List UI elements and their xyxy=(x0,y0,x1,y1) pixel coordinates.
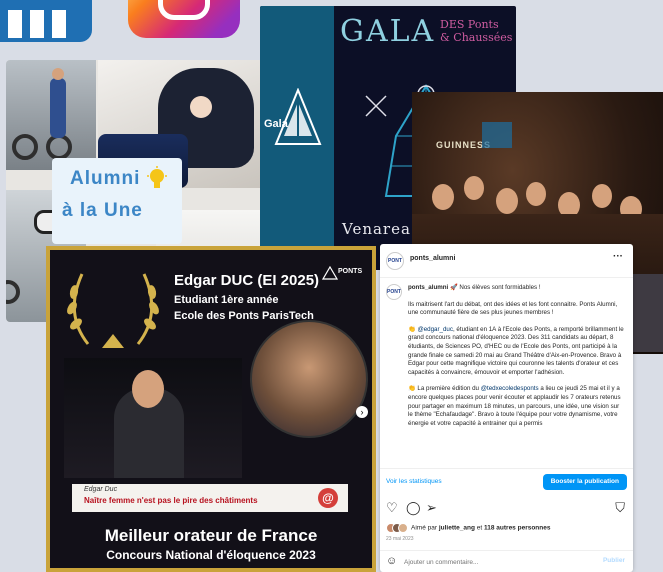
post-header: PONT ponts_alumni ··· xyxy=(380,244,633,278)
avatar[interactable]: PONT xyxy=(386,252,404,270)
comment-bar: ☺ Publier xyxy=(380,550,633,572)
linkedin-icon xyxy=(0,0,92,42)
boost-post-button[interactable]: Booster la publication xyxy=(542,474,627,490)
caption-username[interactable]: ponts_alumni xyxy=(408,284,448,291)
ponts-logo: PONTS xyxy=(322,266,362,288)
gala-subtitle-line2: & Chaussées xyxy=(440,31,513,44)
post-username[interactable]: ponts_alumni xyxy=(410,255,456,262)
post-actions: ♡ ◯ ➢ ⛉ xyxy=(380,498,633,518)
instagram-post-panel: PONT ponts_alumni ··· PONT ponts_alumni … xyxy=(380,244,633,572)
publish-button[interactable]: Publier xyxy=(603,557,625,564)
alumni-title: Alumni xyxy=(70,168,141,189)
share-send-icon[interactable]: ➢ xyxy=(426,500,437,516)
stage-photo xyxy=(64,358,242,478)
likes-others-link[interactable]: 118 autres personnes xyxy=(484,525,550,532)
alumni-a-la-une-badge: Alumni à la Une xyxy=(52,158,182,244)
video-headline: Meilleur orateur de France xyxy=(104,526,318,545)
post-caption: ponts_alumni 🚀 Nos élèves sont formidabl… xyxy=(408,284,624,427)
lower-third-name: Edgar Duc xyxy=(84,486,118,493)
caption-intro: 🚀 Nos élèves sont formidables ! xyxy=(448,284,541,291)
gala-sidebar: Gala xyxy=(260,6,334,270)
caption-avatar[interactable]: PONT xyxy=(386,284,402,300)
view-insights-link[interactable]: Voir les statistiques xyxy=(386,478,442,485)
like-heart-icon[interactable]: ♡ xyxy=(386,500,398,516)
caption-paragraph-3-prefix: 👏 La première édition du xyxy=(408,385,481,393)
comment-icon[interactable]: ◯ xyxy=(406,500,421,516)
lower-third: Edgar Duc Naître femme n'est pas le pire… xyxy=(72,484,348,512)
comment-input[interactable] xyxy=(404,556,584,568)
liker-avatars xyxy=(386,523,408,533)
speaker-portrait xyxy=(250,320,368,438)
alumni-subtitle: à la Une xyxy=(62,200,143,221)
laurel-wreath-icon xyxy=(67,273,159,348)
video-subheadline: Concours National d'éloquence 2023 xyxy=(106,548,316,562)
post-caption-area: PONT ponts_alumni 🚀 Nos élèves sont form… xyxy=(386,282,627,464)
post-date: 23 mai 2023 xyxy=(386,536,414,542)
edge-card xyxy=(632,274,663,352)
at-sign-logo: @ xyxy=(318,488,338,508)
emoji-icon[interactable]: ☺ xyxy=(386,555,397,567)
save-bookmark-icon[interactable]: ⛉ xyxy=(615,500,625,516)
speaker-school: Ecole des Ponts ParisTech xyxy=(174,310,314,322)
lightbulb-icon xyxy=(147,166,167,188)
more-options-icon[interactable]: ··· xyxy=(613,251,623,262)
instagram-icon xyxy=(128,0,240,38)
likes-mid: et xyxy=(474,524,484,532)
likes-prefix: Aimé par xyxy=(411,524,439,532)
mention-tedx[interactable]: @tedxecoledesponts xyxy=(481,385,539,392)
gala-logo-text: Gala xyxy=(264,118,288,130)
mention-edgar[interactable]: @edgar_duc xyxy=(417,326,453,333)
eloquence-video-card[interactable]: Edgar DUC (EI 2025) Etudiant 1ère année … xyxy=(46,246,376,572)
speaker-name: Edgar DUC (EI 2025) xyxy=(174,272,320,289)
bike-photo xyxy=(6,60,96,170)
gala-title: GALA xyxy=(340,14,436,49)
speaker-role: Etudiant 1ère année xyxy=(174,294,279,306)
caption-paragraph-1: Ils maitrisent l'art du débat, ont des i… xyxy=(408,300,618,317)
lower-third-title: Naître femme n'est pas le pire des châti… xyxy=(84,496,258,505)
gala-subtitle-line1: DES Ponts xyxy=(440,18,499,31)
ponts-logo-text: PONTS xyxy=(338,268,363,275)
likes-summary: Aimé par juliette_ang et 118 autres pers… xyxy=(386,523,550,533)
likes-user-link[interactable]: juliette_ang xyxy=(439,525,475,532)
caption-paragraph-2: , étudiant en 1A à l'Ecole des Ponts, a … xyxy=(408,325,624,376)
next-arrow-icon[interactable]: › xyxy=(356,406,368,418)
gala-triangle-logo xyxy=(274,88,322,145)
insights-bar: Voir les statistiques Booster la publica… xyxy=(380,468,633,494)
gala-subtitle: DES Ponts & Chaussées xyxy=(440,18,512,44)
